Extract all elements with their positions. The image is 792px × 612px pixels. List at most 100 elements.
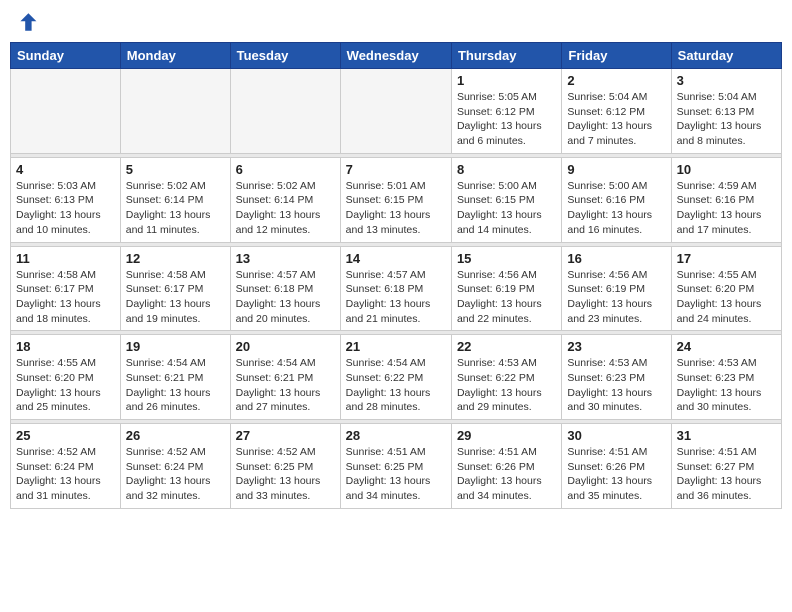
calendar-header-wednesday: Wednesday: [340, 43, 451, 69]
day-number: 4: [16, 162, 115, 177]
calendar-cell: 1 Sunrise: 5:05 AMSunset: 6:12 PMDaylight…: [451, 69, 561, 154]
calendar-cell: 8 Sunrise: 5:00 AMSunset: 6:15 PMDaylight…: [451, 157, 561, 242]
day-info: Sunrise: 5:03 AMSunset: 6:13 PMDaylight:…: [16, 179, 115, 238]
day-info: Sunrise: 5:01 AMSunset: 6:15 PMDaylight:…: [346, 179, 446, 238]
day-info: Sunrise: 4:57 AMSunset: 6:18 PMDaylight:…: [346, 268, 446, 327]
day-number: 19: [126, 339, 225, 354]
calendar-cell: [120, 69, 230, 154]
day-info: Sunrise: 4:54 AMSunset: 6:21 PMDaylight:…: [126, 356, 225, 415]
day-info: Sunrise: 4:56 AMSunset: 6:19 PMDaylight:…: [567, 268, 665, 327]
calendar-week-row: 25 Sunrise: 4:52 AMSunset: 6:24 PMDayligh…: [11, 424, 782, 509]
day-info: Sunrise: 4:54 AMSunset: 6:21 PMDaylight:…: [236, 356, 335, 415]
day-info: Sunrise: 4:55 AMSunset: 6:20 PMDaylight:…: [16, 356, 115, 415]
day-info: Sunrise: 5:00 AMSunset: 6:15 PMDaylight:…: [457, 179, 556, 238]
day-info: Sunrise: 5:04 AMSunset: 6:12 PMDaylight:…: [567, 90, 665, 149]
day-number: 15: [457, 251, 556, 266]
calendar-cell: 6 Sunrise: 5:02 AMSunset: 6:14 PMDaylight…: [230, 157, 340, 242]
day-number: 10: [677, 162, 776, 177]
day-number: 8: [457, 162, 556, 177]
calendar-cell: 20 Sunrise: 4:54 AMSunset: 6:21 PMDayligh…: [230, 335, 340, 420]
calendar-cell: 5 Sunrise: 5:02 AMSunset: 6:14 PMDaylight…: [120, 157, 230, 242]
calendar-cell: 12 Sunrise: 4:58 AMSunset: 6:17 PMDayligh…: [120, 246, 230, 331]
calendar-cell: 16 Sunrise: 4:56 AMSunset: 6:19 PMDayligh…: [562, 246, 671, 331]
day-info: Sunrise: 4:53 AMSunset: 6:23 PMDaylight:…: [567, 356, 665, 415]
day-number: 17: [677, 251, 776, 266]
day-info: Sunrise: 5:02 AMSunset: 6:14 PMDaylight:…: [236, 179, 335, 238]
calendar-cell: 7 Sunrise: 5:01 AMSunset: 6:15 PMDaylight…: [340, 157, 451, 242]
calendar-cell: 21 Sunrise: 4:54 AMSunset: 6:22 PMDayligh…: [340, 335, 451, 420]
day-number: 25: [16, 428, 115, 443]
calendar-cell: [340, 69, 451, 154]
calendar-cell: 29Sunrise: 4:51 AMSunset: 6:26 PMDayligh…: [451, 424, 561, 509]
day-number: 5: [126, 162, 225, 177]
calendar-cell: 4 Sunrise: 5:03 AMSunset: 6:13 PMDaylight…: [11, 157, 121, 242]
day-number: 22: [457, 339, 556, 354]
calendar-cell: 9Sunrise: 5:00 AMSunset: 6:16 PMDaylight…: [562, 157, 671, 242]
day-number: 30: [567, 428, 665, 443]
day-number: 27: [236, 428, 335, 443]
calendar-cell: 26 Sunrise: 4:52 AMSunset: 6:24 PMDayligh…: [120, 424, 230, 509]
day-number: 14: [346, 251, 446, 266]
calendar-header-monday: Monday: [120, 43, 230, 69]
day-number: 7: [346, 162, 446, 177]
calendar-cell: 3 Sunrise: 5:04 AMSunset: 6:13 PMDaylight…: [671, 69, 781, 154]
calendar-cell: [11, 69, 121, 154]
day-number: 28: [346, 428, 446, 443]
calendar-cell: 14 Sunrise: 4:57 AMSunset: 6:18 PMDayligh…: [340, 246, 451, 331]
page-header: [10, 10, 782, 34]
calendar-cell: 28Sunrise: 4:51 AMSunset: 6:25 PMDayligh…: [340, 424, 451, 509]
day-info: Sunrise: 5:05 AMSunset: 6:12 PMDaylight:…: [457, 90, 556, 149]
day-number: 26: [126, 428, 225, 443]
day-number: 21: [346, 339, 446, 354]
day-number: 6: [236, 162, 335, 177]
day-number: 23: [567, 339, 665, 354]
day-info: Sunrise: 4:58 AMSunset: 6:17 PMDaylight:…: [16, 268, 115, 327]
calendar-table: SundayMondayTuesdayWednesdayThursdayFrid…: [10, 42, 782, 509]
day-info: Sunrise: 4:52 AMSunset: 6:25 PMDaylight:…: [236, 445, 335, 504]
calendar-cell: 23 Sunrise: 4:53 AMSunset: 6:23 PMDayligh…: [562, 335, 671, 420]
calendar-week-row: 1 Sunrise: 5:05 AMSunset: 6:12 PMDaylight…: [11, 69, 782, 154]
calendar-cell: 10 Sunrise: 4:59 AMSunset: 6:16 PMDayligh…: [671, 157, 781, 242]
day-info: Sunrise: 4:52 AMSunset: 6:24 PMDaylight:…: [16, 445, 115, 504]
day-number: 13: [236, 251, 335, 266]
calendar-week-row: 11 Sunrise: 4:58 AMSunset: 6:17 PMDayligh…: [11, 246, 782, 331]
day-info: Sunrise: 4:51 AMSunset: 6:26 PMDaylight:…: [457, 445, 556, 504]
logo-icon: [14, 10, 38, 34]
calendar-cell: 31 Sunrise: 4:51 AMSunset: 6:27 PMDayligh…: [671, 424, 781, 509]
calendar-header-row: SundayMondayTuesdayWednesdayThursdayFrid…: [11, 43, 782, 69]
day-number: 31: [677, 428, 776, 443]
day-number: 16: [567, 251, 665, 266]
day-info: Sunrise: 5:04 AMSunset: 6:13 PMDaylight:…: [677, 90, 776, 149]
day-info: Sunrise: 4:53 AMSunset: 6:22 PMDaylight:…: [457, 356, 556, 415]
calendar-cell: 2 Sunrise: 5:04 AMSunset: 6:12 PMDaylight…: [562, 69, 671, 154]
day-info: Sunrise: 4:58 AMSunset: 6:17 PMDaylight:…: [126, 268, 225, 327]
day-info: Sunrise: 4:59 AMSunset: 6:16 PMDaylight:…: [677, 179, 776, 238]
calendar-header-thursday: Thursday: [451, 43, 561, 69]
day-info: Sunrise: 4:57 AMSunset: 6:18 PMDaylight:…: [236, 268, 335, 327]
calendar-cell: 30 Sunrise: 4:51 AMSunset: 6:26 PMDayligh…: [562, 424, 671, 509]
day-number: 11: [16, 251, 115, 266]
day-number: 12: [126, 251, 225, 266]
day-info: Sunrise: 4:55 AMSunset: 6:20 PMDaylight:…: [677, 268, 776, 327]
day-info: Sunrise: 4:51 AMSunset: 6:26 PMDaylight:…: [567, 445, 665, 504]
day-number: 3: [677, 73, 776, 88]
calendar-cell: 13 Sunrise: 4:57 AMSunset: 6:18 PMDayligh…: [230, 246, 340, 331]
calendar-cell: 24Sunrise: 4:53 AMSunset: 6:23 PMDayligh…: [671, 335, 781, 420]
calendar-cell: 27 Sunrise: 4:52 AMSunset: 6:25 PMDayligh…: [230, 424, 340, 509]
logo: [14, 10, 42, 34]
day-number: 1: [457, 73, 556, 88]
calendar-cell: 17 Sunrise: 4:55 AMSunset: 6:20 PMDayligh…: [671, 246, 781, 331]
day-info: Sunrise: 4:52 AMSunset: 6:24 PMDaylight:…: [126, 445, 225, 504]
day-info: Sunrise: 4:54 AMSunset: 6:22 PMDaylight:…: [346, 356, 446, 415]
calendar-header-friday: Friday: [562, 43, 671, 69]
day-number: 20: [236, 339, 335, 354]
calendar-cell: 11 Sunrise: 4:58 AMSunset: 6:17 PMDayligh…: [11, 246, 121, 331]
day-number: 24: [677, 339, 776, 354]
day-info: Sunrise: 4:51 AMSunset: 6:27 PMDaylight:…: [677, 445, 776, 504]
day-number: 2: [567, 73, 665, 88]
calendar-cell: 25 Sunrise: 4:52 AMSunset: 6:24 PMDayligh…: [11, 424, 121, 509]
day-number: 18: [16, 339, 115, 354]
day-info: Sunrise: 5:02 AMSunset: 6:14 PMDaylight:…: [126, 179, 225, 238]
calendar-cell: 15Sunrise: 4:56 AMSunset: 6:19 PMDayligh…: [451, 246, 561, 331]
calendar-cell: [230, 69, 340, 154]
